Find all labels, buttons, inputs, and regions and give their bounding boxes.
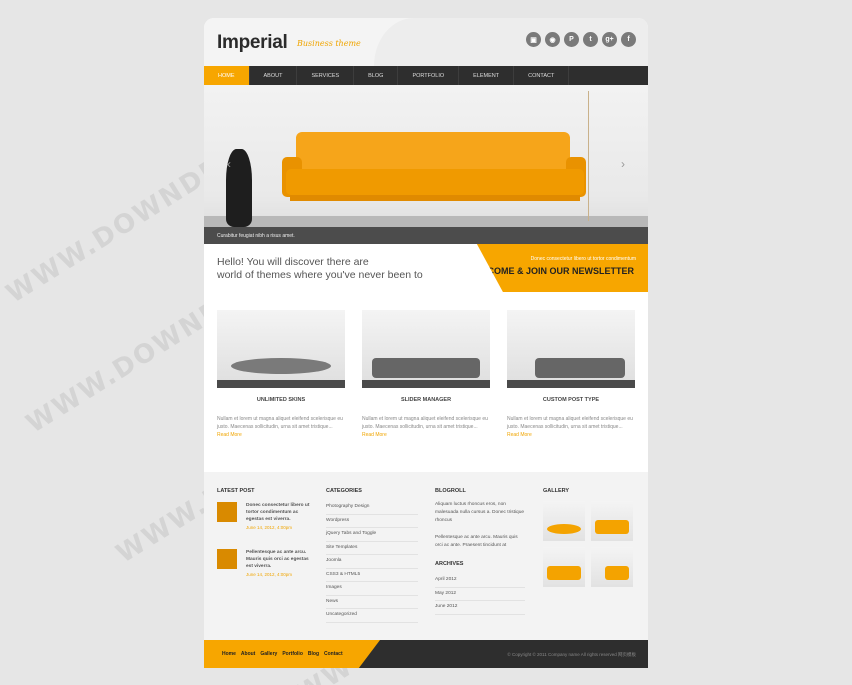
feature-text: Nullam et lorem ut magna aliquet eleifen… [362,416,488,438]
footer-link-contact[interactable]: Contact [324,651,343,657]
copyright-text: © Copyright © 2011 Company name All righ… [507,652,636,657]
feature-image[interactable] [362,310,490,388]
feature-card: SLIDER MANAGER Nullam et lorem ut magna … [362,310,490,439]
footer-link-about[interactable]: About [241,651,255,657]
footer-links: Home About Gallery Portfolio Blog Contac… [222,651,343,657]
feature-image[interactable] [217,310,345,388]
post-thumbnail[interactable] [217,502,237,522]
read-more-link[interactable]: Read More [362,432,387,438]
page: Imperial Business theme ▣ ◉ P t g+ f HOM… [204,18,648,668]
slider-prev-icon[interactable]: ‹ [222,157,236,171]
blogroll-title: BLOGROLL [435,488,466,494]
archive-link[interactable]: May 2012 [435,588,525,601]
nav-item-home[interactable]: HOME [204,66,250,85]
social-icons: ▣ ◉ P t g+ f [526,32,636,47]
read-more-link[interactable]: Read More [507,432,532,438]
nav-item-services[interactable]: SERVICES [297,66,355,85]
feature-card: UNLIMITED SKINS Nullam et lorem ut magna… [217,310,345,439]
feature-title: UNLIMITED SKINS [256,397,306,403]
footer-link-home[interactable]: Home [222,651,236,657]
category-link[interactable]: jQuery Tabs and Toggle [326,528,418,542]
feature-text: Nullam et lorem ut magna aliquet eleifen… [217,416,343,438]
read-more-link[interactable]: Read More [217,432,242,438]
feature-card: CUSTOM POST TYPE Nullam et lorem ut magn… [507,310,635,439]
google-plus-icon[interactable]: g+ [602,32,617,47]
category-link[interactable]: CSS3 & HTML5 [326,569,418,582]
gallery-thumbnail[interactable] [543,501,585,541]
gallery-grid [543,501,634,587]
archives-list: April 2012 May 2012 June 2012 [435,574,525,615]
blogroll-link[interactable]: Aliquam luctus rhoncus eros, non malesua… [435,501,525,525]
latest-post-title: LATEST POST [217,488,255,494]
tagline: Business theme [297,39,361,48]
blogroll-list: Aliquam luctus rhoncus eros, non malesua… [435,501,525,559]
category-link[interactable]: Uncategorized [326,609,418,623]
nav-item-about[interactable]: ABOUT [250,66,298,85]
flickr-icon[interactable]: ◉ [545,32,560,47]
logo[interactable]: Imperial [217,32,288,54]
decor-stems [588,91,628,221]
gallery-thumbnail[interactable] [543,547,585,587]
main-nav: HOME ABOUT SERVICES BLOG PORTFOLIO ELEME… [204,66,648,85]
archive-link[interactable]: April 2012 [435,574,525,588]
newsletter-title[interactable]: COME & JOIN OUR NEWSLETTER [487,266,634,276]
youtube-icon[interactable]: ▣ [526,32,541,47]
newsletter-subtitle: Donec consectetur libero ut tortor condi… [530,256,636,262]
header: Imperial Business theme ▣ ◉ P t g+ f [204,18,648,66]
categories-title: CATEGORIES [326,488,362,494]
nav-item-blog[interactable]: BLOG [354,66,399,85]
archive-link[interactable]: June 2012 [435,601,525,615]
feature-title: CUSTOM POST TYPE [542,397,600,403]
feature-text: Nullam et lorem ut magna aliquet eleifen… [507,416,633,438]
category-link[interactable]: News [326,596,418,609]
category-link[interactable]: Joomla [326,555,418,569]
nav-item-portfolio[interactable]: PORTFOLIO [398,66,460,85]
sofa-image [296,132,570,172]
category-link[interactable]: Site Templates [326,542,418,555]
archives-title: ARCHIVES [435,561,464,567]
slider-next-icon[interactable]: › [616,157,630,171]
nav-item-element[interactable]: ELEMENT [459,66,515,85]
newsletter-banner[interactable]: Donec consectetur libero ut tortor condi… [476,244,648,292]
category-link[interactable]: Wordpress [326,515,418,528]
category-link[interactable]: Photography Design [326,501,418,515]
welcome-text: Hello! You will discover there are world… [217,256,423,281]
categories-list: Photography Design Wordpress jQuery Tabs… [326,501,418,623]
category-link[interactable]: Images [326,582,418,596]
footer-link-gallery[interactable]: Gallery [260,651,277,657]
gallery-thumbnail[interactable] [591,501,633,541]
feature-title: SLIDER MANAGER [400,397,452,403]
footer-widgets: LATEST POST Donec consectetur libero ut … [204,472,648,640]
post-thumbnail[interactable] [217,549,237,569]
gallery-thumbnail[interactable] [591,547,633,587]
footer-link-portfolio[interactable]: Portfolio [282,651,303,657]
hero-slider[interactable]: ‹ › Curabitur feugiat nibh a risus amet. [204,85,648,244]
twitter-icon[interactable]: t [583,32,598,47]
facebook-icon[interactable]: f [621,32,636,47]
footer-bar: Home About Gallery Portfolio Blog Contac… [204,640,648,668]
slider-caption: Curabitur feugiat nibh a risus amet. [204,227,648,244]
blogroll-link[interactable]: Pellentesque ac ante arcu. Mauris quis o… [435,534,525,550]
feature-image[interactable] [507,310,635,388]
footer-link-blog[interactable]: Blog [308,651,319,657]
gallery-title: GALLERY [543,488,570,494]
pinterest-icon[interactable]: P [564,32,579,47]
nav-item-contact[interactable]: CONTACT [514,66,570,85]
